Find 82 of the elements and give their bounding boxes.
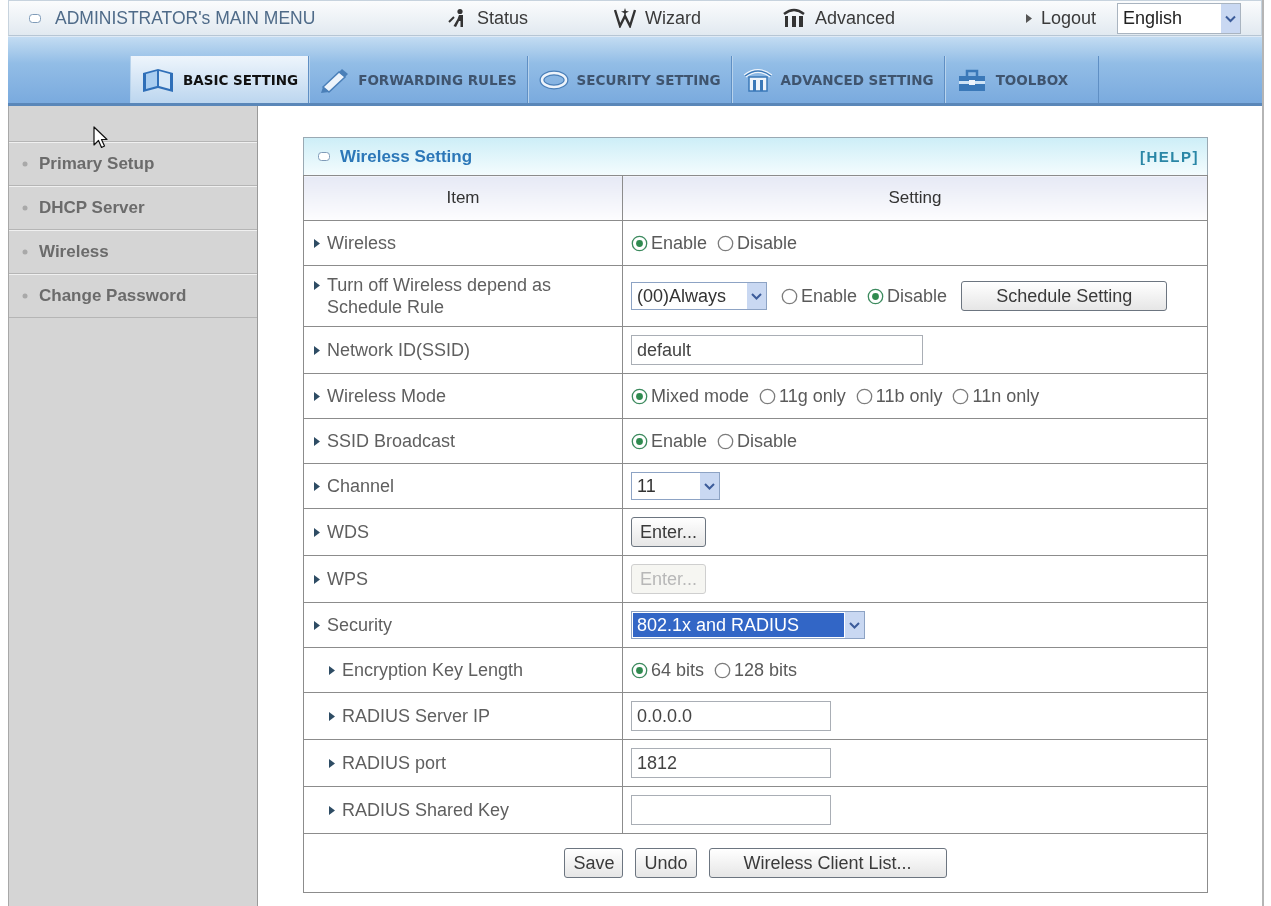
row-label: RADIUS Server IP <box>342 705 491 727</box>
radio-option[interactable]: 11n only <box>952 385 1040 407</box>
help-link[interactable]: [HELP] <box>1140 148 1199 165</box>
row-label: Encryption Key Length <box>342 659 524 681</box>
panel-title: Wireless Setting <box>340 146 473 167</box>
row-label: Turn off Wireless depend as Schedule Rule <box>327 274 553 318</box>
sidebar-link[interactable]: DHCP Server <box>39 198 145 218</box>
triangle-icon <box>314 392 320 401</box>
mouse-pointer-icon <box>93 126 108 149</box>
triangle-icon <box>314 437 320 446</box>
pencil-icon <box>320 66 351 93</box>
radio-option[interactable]: Enable <box>631 232 708 254</box>
radio-option[interactable]: Mixed mode <box>631 385 750 407</box>
radio-option[interactable]: Disable <box>717 232 798 254</box>
text-field[interactable]: default <box>631 335 923 365</box>
radio-option[interactable]: Enable <box>631 430 708 452</box>
row-label: WDS <box>327 521 369 543</box>
column-header: Item <box>303 175 623 221</box>
radio-option[interactable]: Enable <box>781 285 858 307</box>
bullet-icon <box>22 205 28 211</box>
row-label: WPS <box>327 568 368 590</box>
row-label: Channel <box>327 475 395 497</box>
row-label: Wireless <box>327 232 396 254</box>
triangle-icon <box>314 482 320 491</box>
logout-link[interactable]: Logout <box>1026 7 1097 29</box>
wireless-client-list-button[interactable]: Wireless Client List... <box>708 848 947 878</box>
triangle-icon <box>1026 13 1032 23</box>
text-field[interactable]: 0.0.0.0 <box>631 701 831 731</box>
bullet-icon <box>318 152 330 161</box>
menu-title: ADMINISTRATOR's MAIN MENU <box>55 7 316 29</box>
triangle-icon <box>329 759 335 768</box>
save-button[interactable]: Save <box>564 848 624 878</box>
row-label: SSID Broadcast <box>327 430 456 452</box>
radio-option[interactable]: Disable <box>867 285 948 307</box>
row-label: RADIUS port <box>342 752 447 774</box>
nav-tab[interactable]: FORWARDING RULES <box>309 56 528 103</box>
enter-button[interactable]: Enter... <box>631 517 707 547</box>
triangle-icon <box>329 806 335 815</box>
wizard-link[interactable]: Wizard <box>614 7 701 29</box>
row-label: Network ID(SSID) <box>327 339 470 361</box>
advanced-link[interactable]: Advanced <box>782 7 896 29</box>
dropdown[interactable]: (00)Always <box>631 282 768 310</box>
triangle-icon <box>329 712 335 721</box>
dropdown[interactable]: 802.1x and RADIUS <box>631 611 866 639</box>
row-label: RADIUS Shared Key <box>342 799 510 821</box>
dropdown[interactable]: 11 <box>631 472 720 500</box>
nav-tab[interactable]: TOOLBOX <box>944 56 1100 103</box>
sidebar-link[interactable]: Wireless <box>39 242 109 262</box>
ring-icon <box>538 68 569 91</box>
triangle-icon <box>329 666 335 675</box>
building-icon <box>742 66 773 93</box>
undo-button[interactable]: Undo <box>635 848 697 878</box>
bullet-icon <box>29 13 41 23</box>
radio-option[interactable]: 128 bits <box>714 659 798 681</box>
sidebar-link[interactable]: Change Password <box>39 286 187 306</box>
triangle-icon <box>314 621 320 630</box>
column-header: Setting <box>622 175 1208 221</box>
nav-tab[interactable]: SECURITY SETTING <box>527 56 732 103</box>
triangle-icon <box>314 575 320 584</box>
row-label: Wireless Mode <box>327 385 447 407</box>
radio-option[interactable]: 64 bits <box>631 659 705 681</box>
triangle-icon <box>314 528 320 537</box>
row-label: Security <box>327 614 393 636</box>
columns-icon <box>782 8 806 28</box>
triangle-icon <box>314 281 320 290</box>
triangle-icon <box>314 346 320 355</box>
sidebar-link[interactable]: Primary Setup <box>39 154 155 174</box>
triangle-icon <box>314 239 320 248</box>
radio-option[interactable]: Disable <box>717 430 798 452</box>
text-field[interactable]: 1812 <box>631 748 831 778</box>
bullet-icon <box>22 249 28 255</box>
sparkle-w-icon <box>614 8 636 28</box>
bullet-icon <box>22 161 28 167</box>
status-link[interactable]: Status <box>448 7 529 29</box>
nav-tab[interactable]: BASIC SETTING <box>130 56 310 103</box>
radio-option[interactable]: 11g only <box>759 385 846 407</box>
language-dropdown[interactable]: English <box>1117 2 1241 34</box>
text-field[interactable] <box>631 795 831 825</box>
nav-tab[interactable]: ADVANCED SETTING <box>731 56 945 103</box>
radio-option[interactable]: 11b only <box>855 385 943 407</box>
schedule-setting-button[interactable]: Schedule Setting <box>961 281 1168 311</box>
bullet-icon <box>22 293 28 299</box>
